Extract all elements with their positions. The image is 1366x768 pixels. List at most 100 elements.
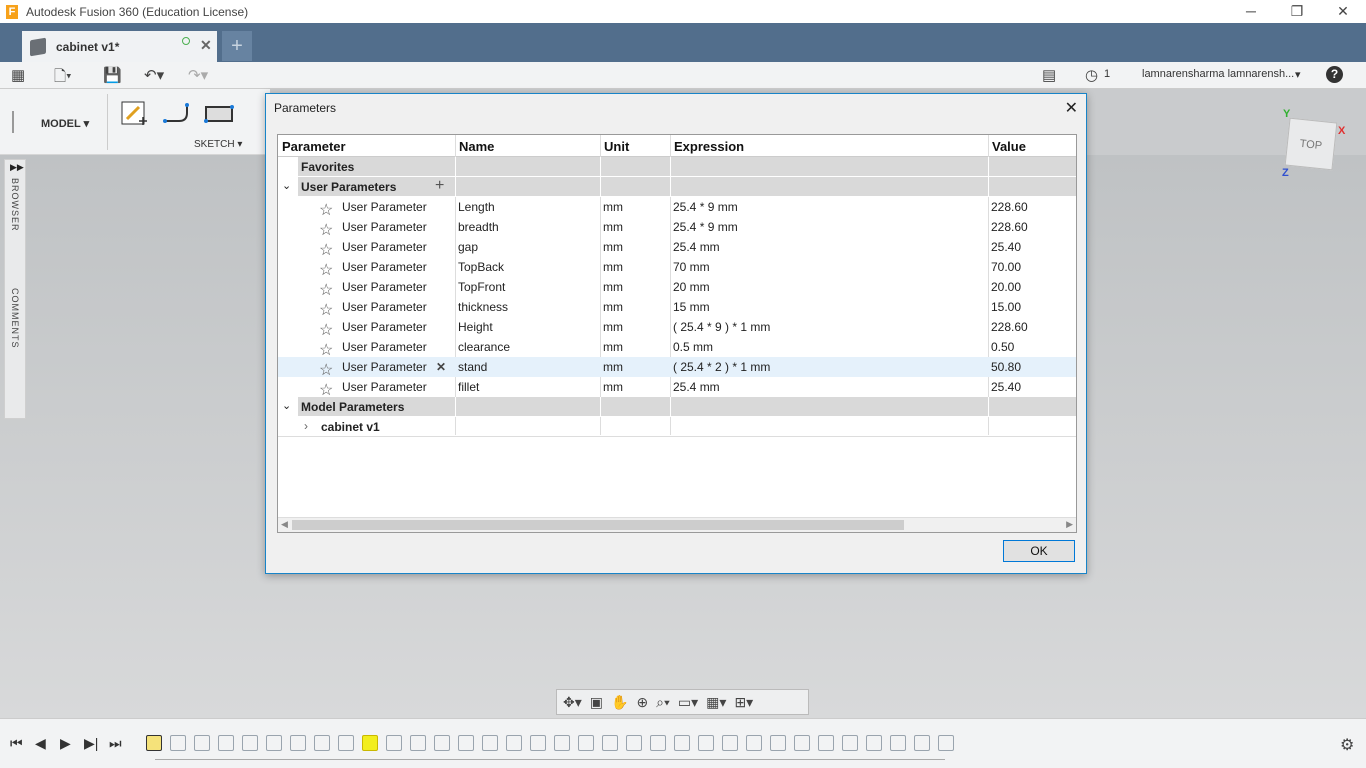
timeline-feature-icon[interactable] [650,735,666,751]
display-settings-icon[interactable]: ▭▾ [678,694,698,711]
step-forward-icon[interactable]: ▶| [84,735,98,752]
timeline-feature-icon[interactable] [914,735,930,751]
parameter-row[interactable]: ☆ User Parameter TopBack mm 70 mm 70.00 [278,257,1076,279]
parameter-unit[interactable]: mm [603,360,623,374]
orbit-icon[interactable]: ✥▾ [563,694,582,711]
favorites-group-row[interactable]: Favorites [298,157,1076,177]
timeline-feature-icon[interactable] [386,735,402,751]
collapse-user-params-icon[interactable]: ⌄ [282,179,291,192]
parameter-name[interactable]: TopFront [458,280,505,294]
browser-panel-label[interactable]: BROWSER [10,178,20,232]
parameter-name[interactable]: Length [458,200,495,214]
play-icon[interactable]: ▶ [60,735,71,752]
parameter-name[interactable]: Height [458,320,493,334]
close-tab-button[interactable]: ✕ [200,37,212,54]
workspace-switcher[interactable]: MODEL ▾ [41,117,89,130]
timeline-feature-icon[interactable] [506,735,522,751]
timeline-feature-icon[interactable] [794,735,810,751]
job-status-clock-icon[interactable]: ◷ [1085,66,1098,84]
parameter-unit[interactable]: mm [603,300,623,314]
parameter-expression[interactable]: ( 25.4 * 9 ) * 1 mm [673,320,770,334]
parameter-expression[interactable]: 25.4 mm [673,240,720,254]
parameter-expression[interactable]: 70 mm [673,260,710,274]
parameter-name[interactable]: TopBack [458,260,504,274]
model-parameters-group-row[interactable]: ⌄ Model Parameters [282,397,1076,417]
redo-icon[interactable]: ↷▾ [188,66,208,84]
view-cube-face[interactable]: TOP [1299,138,1323,152]
parameter-name[interactable]: fillet [458,380,479,394]
parameter-expression[interactable]: 25.4 * 9 mm [673,200,738,214]
parameter-name[interactable]: stand [458,360,487,374]
create-sketch-icon[interactable] [119,99,149,129]
pan-icon[interactable]: ✋ [611,694,628,711]
dialog-close-button[interactable]: ✕ [1065,98,1078,118]
go-to-end-icon[interactable]: ⏭ [109,735,122,752]
restore-button[interactable]: ❐ [1274,0,1320,23]
comments-panel-label[interactable]: COMMENTS [10,288,20,349]
timeline-feature-icon[interactable] [626,735,642,751]
timeline-feature-icon[interactable] [146,735,162,751]
parameter-expression[interactable]: 15 mm [673,300,710,314]
timeline-feature-icon[interactable] [530,735,546,751]
timeline-feature-icon[interactable] [698,735,714,751]
timeline-feature-icon[interactable] [218,735,234,751]
viewports-icon[interactable]: ⊞▾ [734,694,753,711]
parameter-expression[interactable]: ( 25.4 * 2 ) * 1 mm [673,360,770,374]
undo-icon[interactable]: ↶▾ [144,66,164,84]
sketch-panel-label[interactable]: SKETCH ▾ [194,139,242,150]
parameter-unit[interactable]: mm [603,320,623,334]
parameter-unit[interactable]: mm [603,260,623,274]
help-icon[interactable]: ? [1326,66,1343,83]
parameter-row[interactable]: ☆ User Parameter Length mm 25.4 * 9 mm 228.60 [278,197,1076,219]
expand-browser-icon[interactable]: ▶▶ [10,162,24,173]
parameter-row[interactable]: ☆ User Parameter stand mm( 25.4 * 2 ) * 1 m… [278,357,1076,379]
timeline-feature-icon[interactable] [458,735,474,751]
file-menu-icon[interactable]: 🗋▾ [54,66,72,91]
timeline-feature-icon[interactable] [842,735,858,751]
document-tab[interactable]: cabinet v1* ✕ [22,31,217,62]
toolbar-grip[interactable] [12,111,14,133]
timeline-feature-icon[interactable] [194,735,210,751]
parameter-expression[interactable]: 20 mm [673,280,710,294]
parameter-unit[interactable]: mm [603,380,623,394]
column-header-expression[interactable]: Expression [674,139,744,154]
column-header-name[interactable]: Name [459,139,494,154]
new-tab-button[interactable]: + [222,31,252,61]
parameter-name[interactable]: gap [458,240,478,254]
ok-button[interactable]: OK [1003,540,1075,562]
parameter-unit[interactable]: mm [603,280,623,294]
timeline-feature-icon[interactable] [434,735,450,751]
timeline-feature-icon[interactable] [290,735,306,751]
parameter-expression[interactable]: 0.5 mm [673,340,713,354]
parameter-row[interactable]: ☆ User Parameter Height mm( 25.4 * 9 ) * 1 … [278,317,1076,339]
save-icon[interactable]: 💾 [103,66,122,84]
data-panel-grid-icon[interactable]: ▦ [11,66,25,84]
model-component-row[interactable]: › cabinet v1 [278,417,1076,437]
fit-icon[interactable]: ⌕▾ [656,694,670,711]
grid-settings-icon[interactable]: ▦▾ [706,694,726,711]
parameter-name[interactable]: thickness [458,300,508,314]
look-at-icon[interactable]: ▣ [590,694,603,711]
timeline-feature-icon[interactable] [746,735,762,751]
timeline-feature-icon[interactable] [170,735,186,751]
delete-parameter-icon[interactable]: ✕ [436,360,446,374]
horizontal-scrollbar[interactable]: ◀ ▶ [278,517,1076,532]
add-user-parameter-icon[interactable]: + [435,177,444,195]
user-parameters-group-row[interactable]: ⌄ User Parameters + [282,177,1076,197]
timeline-feature-icon[interactable] [674,735,690,751]
scroll-thumb[interactable] [292,520,904,530]
parameter-row[interactable]: ☆ User Parameter thickness mm 15 mm 15.00 [278,297,1076,319]
timeline-feature-icon[interactable] [818,735,834,751]
parameter-name[interactable]: clearance [458,340,510,354]
timeline-feature-icon[interactable] [482,735,498,751]
timeline-feature-icon[interactable] [890,735,906,751]
zoom-icon[interactable]: ⊕ [636,694,648,711]
column-header-parameter[interactable]: Parameter [282,139,346,154]
timeline-feature-icon[interactable] [770,735,786,751]
parameter-expression[interactable]: 25.4 * 9 mm [673,220,738,234]
parameter-row[interactable]: ☆ User Parameter clearance mm 0.5 mm 0.50 [278,337,1076,359]
timeline-feature-icon[interactable] [314,735,330,751]
timeline-feature-icon[interactable] [866,735,882,751]
timeline-feature-icon[interactable] [578,735,594,751]
user-caret-icon[interactable]: ▾ [1295,68,1301,81]
